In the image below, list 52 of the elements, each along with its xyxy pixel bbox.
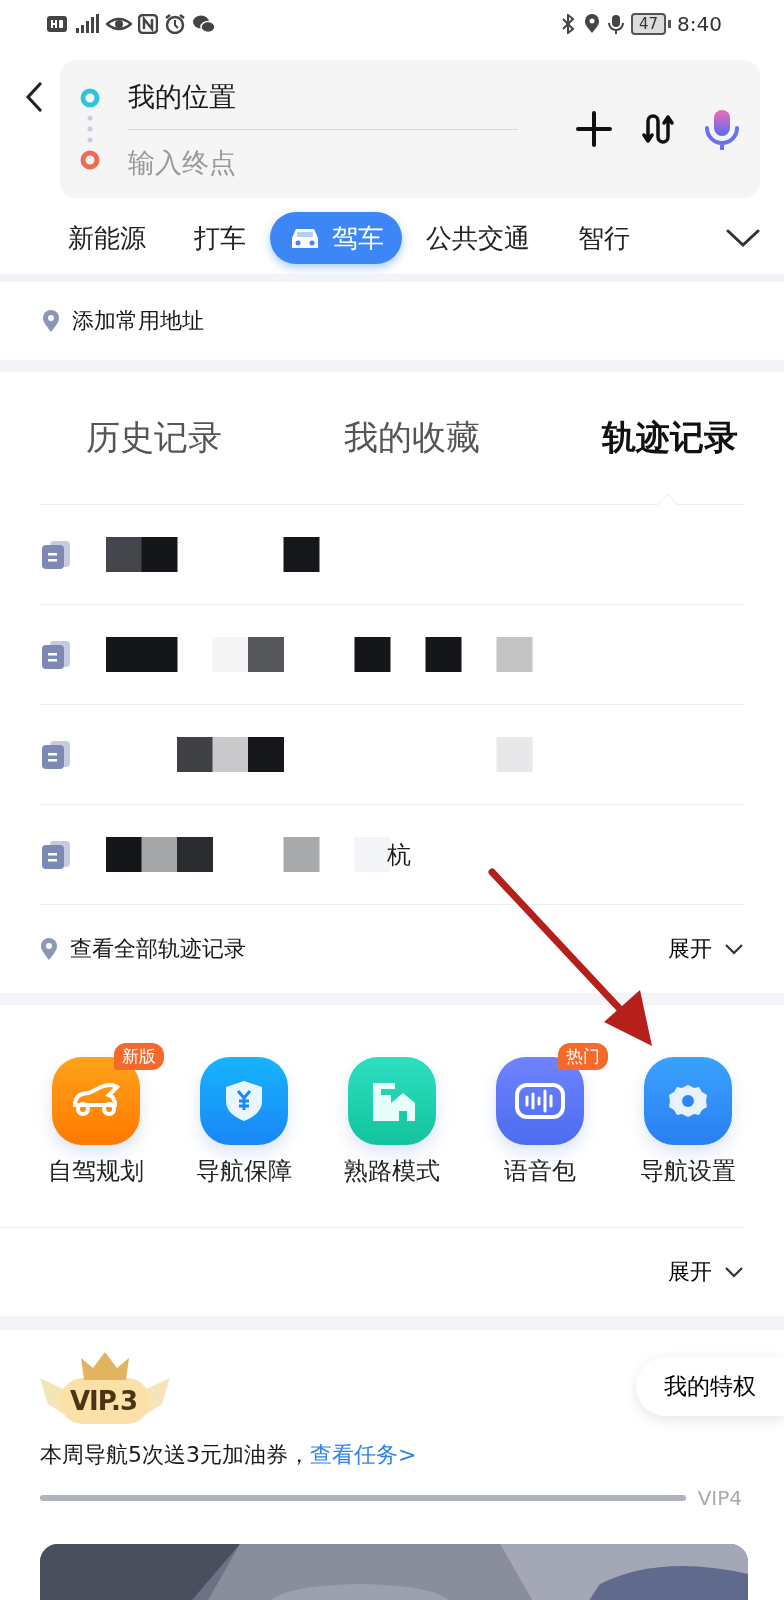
record-text: 杭 [387, 839, 411, 871]
next-level-label: VIP4 [697, 1486, 742, 1510]
record-tab[interactable]: 轨迹记录 [602, 415, 738, 461]
view-tasks-link[interactable]: 查看任务> [310, 1442, 417, 1467]
chevron-down-icon [724, 943, 744, 955]
microphone-icon[interactable] [704, 108, 740, 150]
destination-field[interactable]: 输入终点 [128, 131, 518, 194]
record-tab[interactable]: 我的收藏 [344, 415, 480, 461]
back-icon[interactable] [24, 82, 44, 112]
mode-tab[interactable]: 智行 [554, 212, 654, 264]
privileges-button[interactable]: 我的特权 [636, 1356, 784, 1416]
mode-tab[interactable]: 新能源 [44, 212, 170, 264]
microphone-icon [607, 13, 625, 35]
route-search-panel[interactable]: 我的位置 输入终点 [60, 60, 760, 198]
location-icon [583, 14, 601, 34]
track-record-icon [40, 638, 70, 671]
badge-label: 热门 [558, 1043, 608, 1070]
bluetooth-icon [559, 14, 577, 34]
vip-level: VIP.3 [70, 1386, 138, 1416]
building-icon [348, 1057, 436, 1145]
tool-button[interactable]: 熟路模式 [344, 1057, 440, 1187]
chevron-down-icon[interactable] [726, 228, 760, 248]
task-text: 本周导航5次送3元加油券，查看任务> [40, 1441, 418, 1469]
route-dots-icon [80, 88, 100, 170]
signal-icon [74, 14, 100, 34]
track-record-icon [40, 738, 70, 771]
status-time: 8:40 [677, 12, 722, 36]
tool-button[interactable]: 导航设置 [640, 1057, 736, 1187]
chevron-down-icon [724, 1266, 744, 1278]
location-pin-icon [40, 938, 58, 960]
track-record-icon [40, 538, 70, 571]
swap-icon[interactable] [642, 111, 674, 147]
origin-field[interactable]: 我的位置 [128, 64, 518, 130]
expand-button[interactable]: 展开 [668, 1257, 744, 1287]
settings-icon [644, 1057, 732, 1145]
add-address-link[interactable]: 添加常用地址 [72, 306, 204, 336]
badge-label: 新版 [114, 1043, 164, 1070]
nfc-icon [138, 14, 158, 34]
mode-tab[interactable]: 打车 [170, 212, 270, 264]
track-record-icon [40, 838, 70, 871]
mode-tab[interactable]: 公共交通 [402, 212, 554, 264]
chat-icon [192, 14, 216, 34]
record-tab[interactable]: 历史记录 [86, 415, 222, 461]
add-icon[interactable] [576, 111, 612, 147]
view-all-link[interactable]: 查看全部轨迹记录 [70, 934, 246, 964]
location-pin-icon [42, 310, 60, 332]
mode-tab[interactable]: 驾车 [270, 212, 402, 264]
hd-icon [46, 14, 68, 34]
tool-button[interactable]: 导航保障 [196, 1057, 292, 1187]
alarm-icon [164, 14, 186, 34]
shield-icon [200, 1057, 288, 1145]
expand-button[interactable]: 展开 [668, 934, 744, 964]
